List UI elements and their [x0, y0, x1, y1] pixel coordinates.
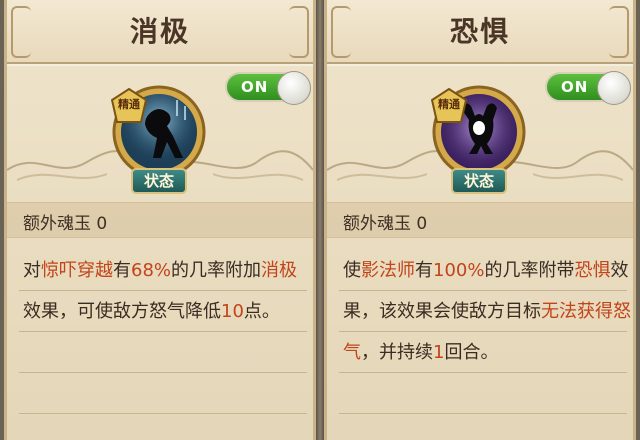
line-rule — [19, 413, 307, 414]
highlight-text: 影法师 — [361, 260, 415, 281]
toggle-label: ON — [241, 78, 269, 96]
line-rule — [339, 372, 627, 373]
line-rule — [339, 290, 627, 291]
panel-divider — [316, 0, 324, 440]
card-title: 消极 — [129, 15, 190, 48]
highlight-text: 68% — [131, 260, 172, 281]
on-toggle[interactable]: ON — [225, 71, 311, 105]
highlight-text: 100% — [433, 260, 485, 281]
bonus-row: 额外魂玉 0 — [327, 202, 633, 238]
bonus-text: 额外魂玉 0 — [343, 214, 428, 234]
highlight-text: 消极 — [261, 260, 298, 281]
line-rule — [19, 290, 307, 291]
skill-description: 对惊吓穿越有68%的几率附加消极效果，可使敌方怒气降低10点。 — [23, 250, 311, 332]
description-text: 的几率附加 — [171, 260, 262, 281]
status-tag: 状态 — [451, 168, 507, 194]
line-rule — [19, 372, 307, 373]
line-rule — [339, 413, 627, 414]
bonus-text: 额外魂玉 0 — [23, 214, 108, 234]
highlight-text: 恐惧 — [574, 260, 611, 281]
line-rule — [339, 331, 627, 332]
skill-card-fear: 恐惧 ON 精通 状态 额外魂玉 0 使影法师有100%的几率附带恐惧效果，该效… — [324, 0, 636, 440]
description-text: 回合。 — [444, 342, 499, 363]
description-text: 对 — [23, 260, 41, 281]
description-text: 有 — [415, 260, 433, 281]
description-text: 有 — [113, 260, 131, 281]
highlight-text: 惊吓穿越 — [41, 260, 113, 281]
on-toggle[interactable]: ON — [545, 71, 631, 105]
description-text: ，并持续 — [361, 342, 433, 363]
bonus-row: 额外魂玉 0 — [7, 202, 313, 238]
card-header: 恐惧 — [327, 0, 633, 64]
skill-card-negative: 消极 ON 精通 状态 额外魂玉 0 对惊吓穿越有68%的几率附加消极效果，可使… — [4, 0, 316, 440]
mastery-badge-text: 精通 — [118, 98, 140, 111]
skill-description: 使影法师有100%的几率附带恐惧效果，该效果会使敌方目标无法获得怒气，并持续1回… — [343, 250, 631, 373]
status-tag: 状态 — [131, 168, 187, 194]
toggle-knob — [597, 71, 631, 105]
highlight-text: 10 — [221, 301, 244, 322]
highlight-text: 1 — [433, 342, 445, 363]
description-text: 点。 — [243, 301, 280, 322]
mastery-badge-text: 精通 — [438, 98, 460, 111]
line-rule — [19, 331, 307, 332]
card-header: 消极 — [7, 0, 313, 64]
toggle-knob — [277, 71, 311, 105]
description-text: 使 — [343, 260, 361, 281]
description-text: 效果，可使敌方怒气降低 — [23, 301, 221, 322]
description-text: 的几率附带 — [484, 260, 575, 281]
card-title: 恐惧 — [449, 15, 510, 48]
toggle-label: ON — [561, 78, 589, 96]
